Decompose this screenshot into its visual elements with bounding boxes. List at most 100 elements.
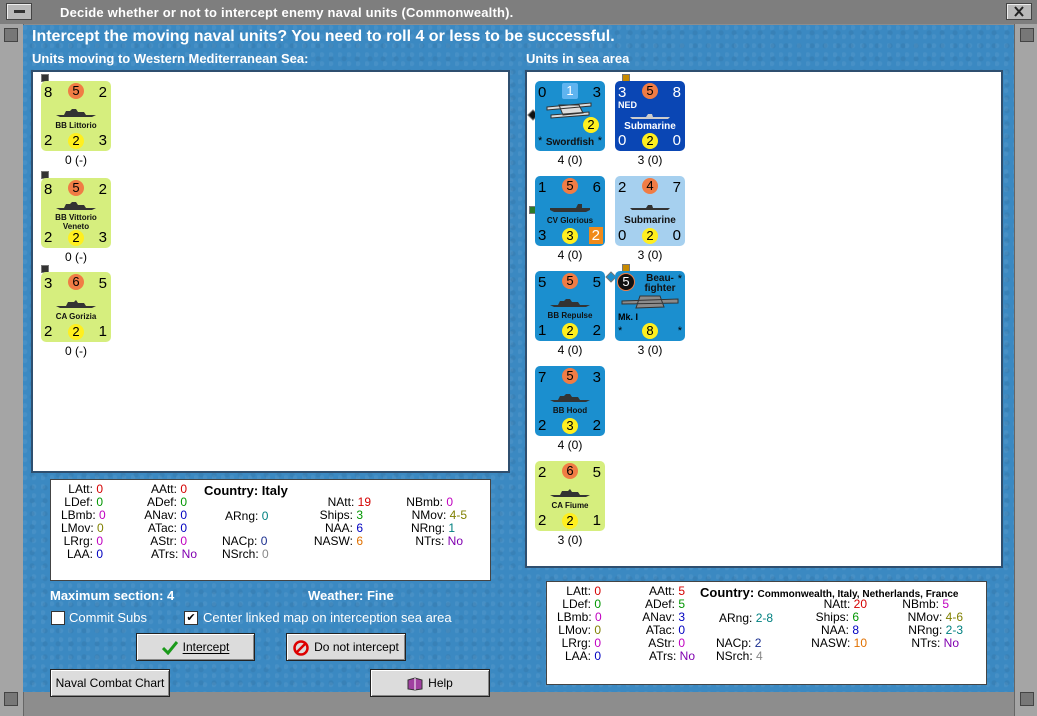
arng-stat: ARng: 2-8 <box>719 611 773 625</box>
stat-label: NAA: <box>324 521 353 535</box>
system-menu-button[interactable] <box>6 3 32 20</box>
stat-label: LRrg: <box>561 636 591 650</box>
stat-value: 0 <box>261 509 269 523</box>
stat-value: 0 <box>96 495 103 509</box>
unit-counter-submarine-ned[interactable]: 3 5 8 NED Submarine 0 2 0 <box>615 81 685 151</box>
stat-value: 8 <box>852 623 859 637</box>
unit-counter-bb-hood[interactable]: 7 5 3 BB Hood 2 3 2 <box>535 366 605 436</box>
close-button[interactable] <box>1006 3 1032 20</box>
unit-counter-bb-repulse[interactable]: 5 5 5 BB Repulse 1 2 2 <box>535 271 605 341</box>
stat-label: LRrg: <box>63 534 93 548</box>
help-button-label: Help <box>428 676 453 690</box>
stat-value: 0 <box>594 636 601 650</box>
stat-value: 2-3 <box>945 623 963 637</box>
naval-stats-col-2: NBmb: 0 NMov: 4-5 NRng: 1 NTrs: No <box>401 496 467 548</box>
unit-strength: 0 (-) <box>65 250 87 264</box>
stat-label: ATac: <box>645 623 675 637</box>
unit-strength: 4 (0) <box>557 248 583 262</box>
title-bar: Decide whether or not to intercept enemy… <box>0 0 1037 25</box>
air-stats-col: AAtt: 5 ADef: 5 ANav: 3 ATac: 0 AStr: 0 … <box>637 585 695 663</box>
naval-combat-chart-button[interactable]: Naval Combat Chart <box>50 669 170 697</box>
stat-label: ATac: <box>147 521 177 535</box>
stat-label: AStr: <box>648 636 675 650</box>
intercept-button[interactable]: Intercept <box>136 633 255 661</box>
unit-stat: 8 <box>672 84 681 101</box>
unit-stat: 2 <box>592 322 601 339</box>
unit-stat: 0 <box>672 227 681 244</box>
unit-strength: 0 (-) <box>65 153 87 167</box>
help-button[interactable]: Help <box>370 669 490 697</box>
stat-value: 0 <box>180 508 187 522</box>
unit-stat: 2 <box>68 133 84 149</box>
unit-stat: 2 <box>538 464 547 481</box>
land-stats-col: LAtt: 0 LDef: 0 LBmb: 0 LMov: 0 LRrg: 0 … <box>557 584 602 663</box>
unit-counter-submarine[interactable]: 2 4 7 Submarine 0 2 0 <box>615 176 685 246</box>
stat-value: No <box>679 649 695 663</box>
sea-area-units-box: 0 1 3 2 * * Swordfish 4 (0) 3 5 8 NED Su… <box>525 70 1003 568</box>
stat-value: 0 <box>594 623 601 637</box>
unit-stat: 3 <box>562 228 578 244</box>
unit-stat: 5 <box>592 274 601 291</box>
unit-stat: 2 <box>98 181 107 198</box>
unit-counter-ca-gorizia[interactable]: 3 6 5 CA Gorizia 2 2 1 <box>41 272 111 342</box>
center-map-checkbox[interactable]: ✔ <box>184 611 198 625</box>
stat-value: 10 <box>853 636 867 650</box>
stat-value: 0 <box>180 482 187 496</box>
cruiser-icon <box>56 300 96 308</box>
unit-counter-swordfish[interactable]: 0 1 3 2 * * Swordfish <box>535 81 605 151</box>
unit-counter-bb-vittorio-veneto[interactable]: 8 5 2 BB Vittorio Veneto 2 2 3 <box>41 178 111 248</box>
submarine-icon <box>630 205 670 210</box>
land-stats-col: LAtt: 0 LDef: 0 LBmb: 0 LMov: 0 LRrg: 0 … <box>61 483 106 561</box>
commit-subs-checkbox[interactable] <box>51 611 65 625</box>
unit-counter-bb-littorio[interactable]: 8 5 2 BB Littorio 2 2 3 <box>41 81 111 151</box>
unit-stat: 2 <box>44 323 53 340</box>
unit-stat: 8 <box>642 323 658 339</box>
naval-combat-chart-label: Naval Combat Chart <box>55 676 165 690</box>
help-book-icon <box>407 677 423 691</box>
stat-label: NBmb: <box>406 495 443 509</box>
italy-stats-panel: LAtt: 0 LDef: 0 LBmb: 0 LMov: 0 LRrg: 0 … <box>50 479 491 581</box>
stat-value: 0 <box>262 547 269 561</box>
frame-corner-icon <box>4 692 18 706</box>
unit-name: Submarine <box>624 121 676 132</box>
commit-subs-label: Commit Subs <box>69 610 148 625</box>
do-not-intercept-button[interactable]: Do not intercept <box>286 633 406 661</box>
stat-label: NTrs: <box>415 534 445 548</box>
unit-strength: 3 (0) <box>637 248 663 262</box>
stat-label: ARng: <box>225 509 259 523</box>
unit-stat: 1 <box>538 179 547 196</box>
stat-label: LBmb: <box>61 508 96 522</box>
unit-counter-cv-glorious[interactable]: 1 5 6 CV Glorious 3 3 2 <box>535 176 605 246</box>
intercept-question: Intercept the moving naval units? You ne… <box>32 28 615 45</box>
battleship-icon <box>56 202 96 210</box>
country-label: Country: <box>204 483 259 498</box>
unit-stat: 2 <box>618 179 627 196</box>
stat-value: 0 <box>96 547 103 561</box>
stat-label: ANav: <box>642 610 675 624</box>
unit-strength: 4 (0) <box>557 343 583 357</box>
unit-stat: 2 <box>642 133 658 149</box>
unit-name: Submarine <box>624 215 676 226</box>
unit-name: Beau- <box>646 273 674 284</box>
stat-label: ATrs: <box>150 547 179 561</box>
unit-counter-ca-fiume[interactable]: 2 6 5 CA Fiume 2 2 1 <box>535 461 605 531</box>
moving-units-box: 8 5 2 BB Littorio 2 2 3 0 (-) 8 5 2 BB V… <box>31 70 510 473</box>
stat-value: 0 <box>180 521 187 535</box>
unit-stat: 2 <box>592 417 601 434</box>
stat-value: 0 <box>595 610 602 624</box>
unit-stat: 2 <box>68 230 84 246</box>
unit-stat: 6 <box>592 179 601 196</box>
stat-label: LAtt: <box>566 584 591 598</box>
stat-label: NTrs: <box>911 636 941 650</box>
unit-counter-beaufighter[interactable]: 5 Beau- fighter * Mk. I * 8 * <box>615 271 685 341</box>
weather: Weather: Fine <box>308 588 394 603</box>
sea-area-units-label: Units in sea area <box>526 51 630 66</box>
stat-label: Ships: <box>815 610 849 624</box>
unit-stat: 6 <box>68 274 84 290</box>
unit-name: CA Gorizia <box>55 312 97 321</box>
stat-value: 0 <box>97 521 104 535</box>
stat-label: NBmb: <box>902 597 939 611</box>
frame-left-edge <box>0 24 24 716</box>
stat-value: 0 <box>99 508 106 522</box>
stat-value: 5 <box>678 584 685 598</box>
